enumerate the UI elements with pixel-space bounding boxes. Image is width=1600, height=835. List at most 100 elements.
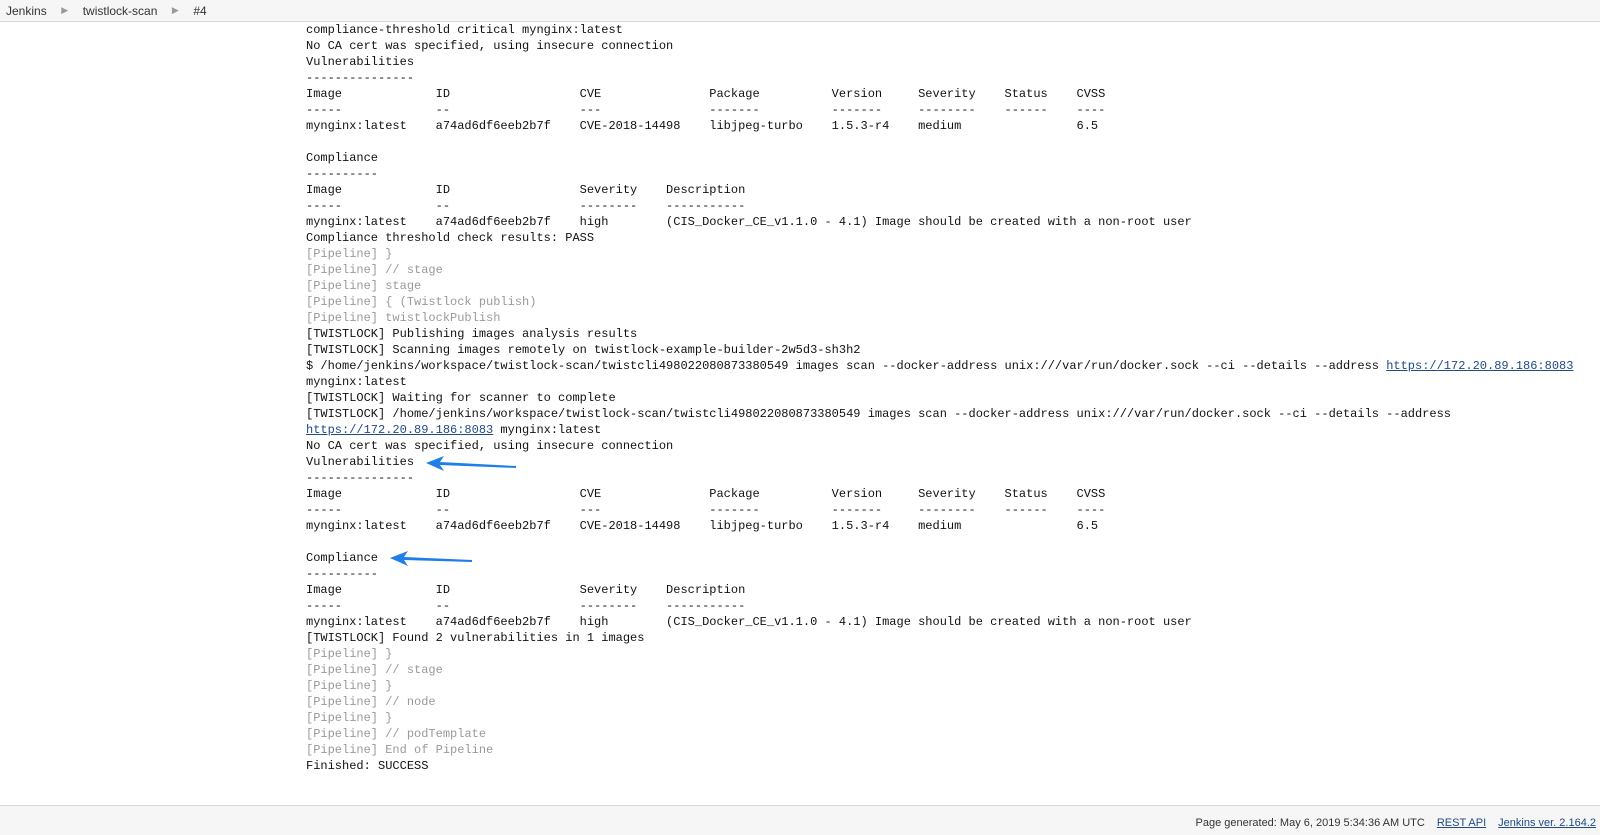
- console-output: compliance-threshold critical mynginx:la…: [306, 22, 1596, 774]
- console-line-text: [Pipeline] End of Pipeline: [306, 743, 494, 757]
- console-line: No CA cert was specified, using insecure…: [306, 38, 1596, 54]
- console-line-text: [Pipeline] }: [306, 679, 393, 693]
- console-line-text: Compliance threshold check results: PASS: [306, 231, 595, 245]
- console-line-text: [TWISTLOCK] Publishing images analysis r…: [306, 327, 638, 341]
- pipeline-log-line: [Pipeline] // stage: [306, 662, 1596, 678]
- console-line-text: [TWISTLOCK] /home/jenkins/workspace/twis…: [306, 407, 1451, 421]
- console-line-text: Vulnerabilities: [306, 455, 415, 469]
- pipeline-log-line: [Pipeline] }: [306, 678, 1596, 694]
- console-line: ----------: [306, 566, 1596, 582]
- console-line: Image ID CVE Package Version Severity St…: [306, 486, 1596, 502]
- console-line-text: [TWISTLOCK] Waiting for scanner to compl…: [306, 391, 616, 405]
- pipeline-log-line: [Pipeline] { (Twistlock publish): [306, 294, 1596, 310]
- pipeline-log-line: [Pipeline] }: [306, 646, 1596, 662]
- breadcrumb-jenkins[interactable]: Jenkins: [0, 4, 47, 18]
- annotation-arrow-vulnerabilities: [426, 456, 516, 471]
- pipeline-log-line: [Pipeline] stage: [306, 278, 1596, 294]
- scanner-address-link[interactable]: https://172.20.89.186:8083: [1386, 359, 1573, 373]
- console-line-text: $ /home/jenkins/workspace/twistlock-scan…: [306, 359, 1387, 373]
- console-line-text: No CA cert was specified, using insecure…: [306, 439, 674, 453]
- console-line-text: No CA cert was specified, using insecure…: [306, 39, 674, 53]
- console-line-text: compliance-threshold critical mynginx:la…: [306, 23, 623, 37]
- console-line: Finished: SUCCESS: [306, 758, 1596, 774]
- annotation-arrow-compliance: [390, 551, 472, 566]
- rest-api-link[interactable]: REST API: [1437, 817, 1486, 829]
- breadcrumb: Jenkins ▶ twistlock-scan ▶ #4: [0, 0, 1600, 22]
- console-line: https://172.20.89.186:8083 mynginx:lates…: [306, 422, 1596, 438]
- console-line-text: ---------------: [306, 471, 415, 485]
- console-line-text: ----- -- -------- -----------: [306, 199, 746, 213]
- page-footer: Page generated: May 6, 2019 5:34:36 AM U…: [0, 805, 1600, 835]
- console-line-text: [TWISTLOCK] Scanning images remotely on …: [306, 343, 861, 357]
- console-line: No CA cert was specified, using insecure…: [306, 438, 1596, 454]
- breadcrumb-build[interactable]: #4: [193, 4, 206, 18]
- console-line: mynginx:latest a74ad6df6eeb2b7f CVE-2018…: [306, 118, 1596, 134]
- console-line-text: [Pipeline] // stage: [306, 263, 443, 277]
- pipeline-log-line: [Pipeline] }: [306, 246, 1596, 262]
- console-line-text: [Pipeline] }: [306, 647, 393, 661]
- console-line: mynginx:latest a74ad6df6eeb2b7f high (CI…: [306, 614, 1596, 630]
- console-line-text: Image ID CVE Package Version Severity St…: [306, 487, 1106, 501]
- console-line-text: ---------------: [306, 71, 415, 85]
- console-line-text: ----- -- --- ------- ------- -------- --…: [306, 103, 1106, 117]
- console-line-text: ----------: [306, 567, 379, 581]
- console-line-text: [Pipeline] }: [306, 247, 393, 261]
- console-line: ----------: [306, 166, 1596, 182]
- console-line-text: Image ID Severity Description: [306, 583, 746, 597]
- scanner-address-link[interactable]: https://172.20.89.186:8083: [306, 423, 493, 437]
- console-line-text: Compliance: [306, 151, 379, 165]
- breadcrumb-job[interactable]: twistlock-scan: [83, 4, 158, 18]
- pipeline-log-line: [Pipeline] // node: [306, 694, 1596, 710]
- console-line: [TWISTLOCK] Publishing images analysis r…: [306, 326, 1596, 342]
- console-line-text: [Pipeline] // podTemplate: [306, 727, 487, 741]
- console-line: Image ID Severity Description: [306, 182, 1596, 198]
- console-line: ----- -- -------- -----------: [306, 598, 1596, 614]
- jenkins-version-link[interactable]: Jenkins ver. 2.164.2: [1498, 817, 1596, 829]
- console-line: [TWISTLOCK] /home/jenkins/workspace/twis…: [306, 406, 1596, 422]
- console-line: $ /home/jenkins/workspace/twistlock-scan…: [306, 358, 1596, 374]
- console-line-text: [TWISTLOCK] Found 2 vulnerabilities in 1…: [306, 631, 645, 645]
- console-line: Image ID CVE Package Version Severity St…: [306, 86, 1596, 102]
- console-line: Vulnerabilities: [306, 54, 1596, 70]
- console-line-text: Finished: SUCCESS: [306, 759, 429, 773]
- console-line-text: [Pipeline] // stage: [306, 663, 443, 677]
- console-line-text: [Pipeline] }: [306, 711, 393, 725]
- console-line: ----- -- --- ------- ------- -------- --…: [306, 502, 1596, 518]
- console-line: mynginx:latest a74ad6df6eeb2b7f CVE-2018…: [306, 518, 1596, 534]
- console-line-text: mynginx:latest: [306, 375, 407, 389]
- console-line-text: [Pipeline] twistlockPublish: [306, 311, 501, 325]
- console-line: ----- -- -------- -----------: [306, 198, 1596, 214]
- console-line-text: mynginx:latest a74ad6df6eeb2b7f CVE-2018…: [306, 519, 1099, 533]
- pipeline-log-line: [Pipeline] }: [306, 710, 1596, 726]
- console-line-text: Image ID CVE Package Version Severity St…: [306, 87, 1106, 101]
- console-line: Compliance: [306, 550, 1596, 566]
- chevron-right-icon: ▶: [61, 5, 69, 15]
- console-line: [TWISTLOCK] Scanning images remotely on …: [306, 342, 1596, 358]
- pipeline-log-line: [Pipeline] // podTemplate: [306, 726, 1596, 742]
- console-line-text: Compliance: [306, 551, 379, 565]
- console-line: Compliance: [306, 150, 1596, 166]
- console-line: ---------------: [306, 70, 1596, 86]
- console-line: [TWISTLOCK] Waiting for scanner to compl…: [306, 390, 1596, 406]
- console-line-text: [Pipeline] // node: [306, 695, 436, 709]
- console-line: ----- -- --- ------- ------- -------- --…: [306, 102, 1596, 118]
- console-line: compliance-threshold critical mynginx:la…: [306, 22, 1596, 38]
- console-line-text: mynginx:latest a74ad6df6eeb2b7f CVE-2018…: [306, 119, 1099, 133]
- console-line-text: mynginx:latest a74ad6df6eeb2b7f high (CI…: [306, 215, 1192, 229]
- console-line-text: mynginx:latest a74ad6df6eeb2b7f high (CI…: [306, 615, 1192, 629]
- pipeline-log-line: [Pipeline] End of Pipeline: [306, 742, 1596, 758]
- console-line: mynginx:latest: [306, 374, 1596, 390]
- pipeline-log-line: [Pipeline] twistlockPublish: [306, 310, 1596, 326]
- chevron-right-icon: ▶: [171, 5, 179, 15]
- console-line-text: Image ID Severity Description: [306, 183, 746, 197]
- console-line: [TWISTLOCK] Found 2 vulnerabilities in 1…: [306, 630, 1596, 646]
- console-line-text: [Pipeline] stage: [306, 279, 422, 293]
- console-line-text: ----- -- -------- -----------: [306, 599, 746, 613]
- console-line-text: Vulnerabilities: [306, 55, 415, 69]
- console-line-text: ----- -- --- ------- ------- -------- --…: [306, 503, 1106, 517]
- console-line-tail: mynginx:latest: [493, 423, 602, 437]
- pipeline-log-line: [Pipeline] // stage: [306, 262, 1596, 278]
- console-line: Compliance threshold check results: PASS: [306, 230, 1596, 246]
